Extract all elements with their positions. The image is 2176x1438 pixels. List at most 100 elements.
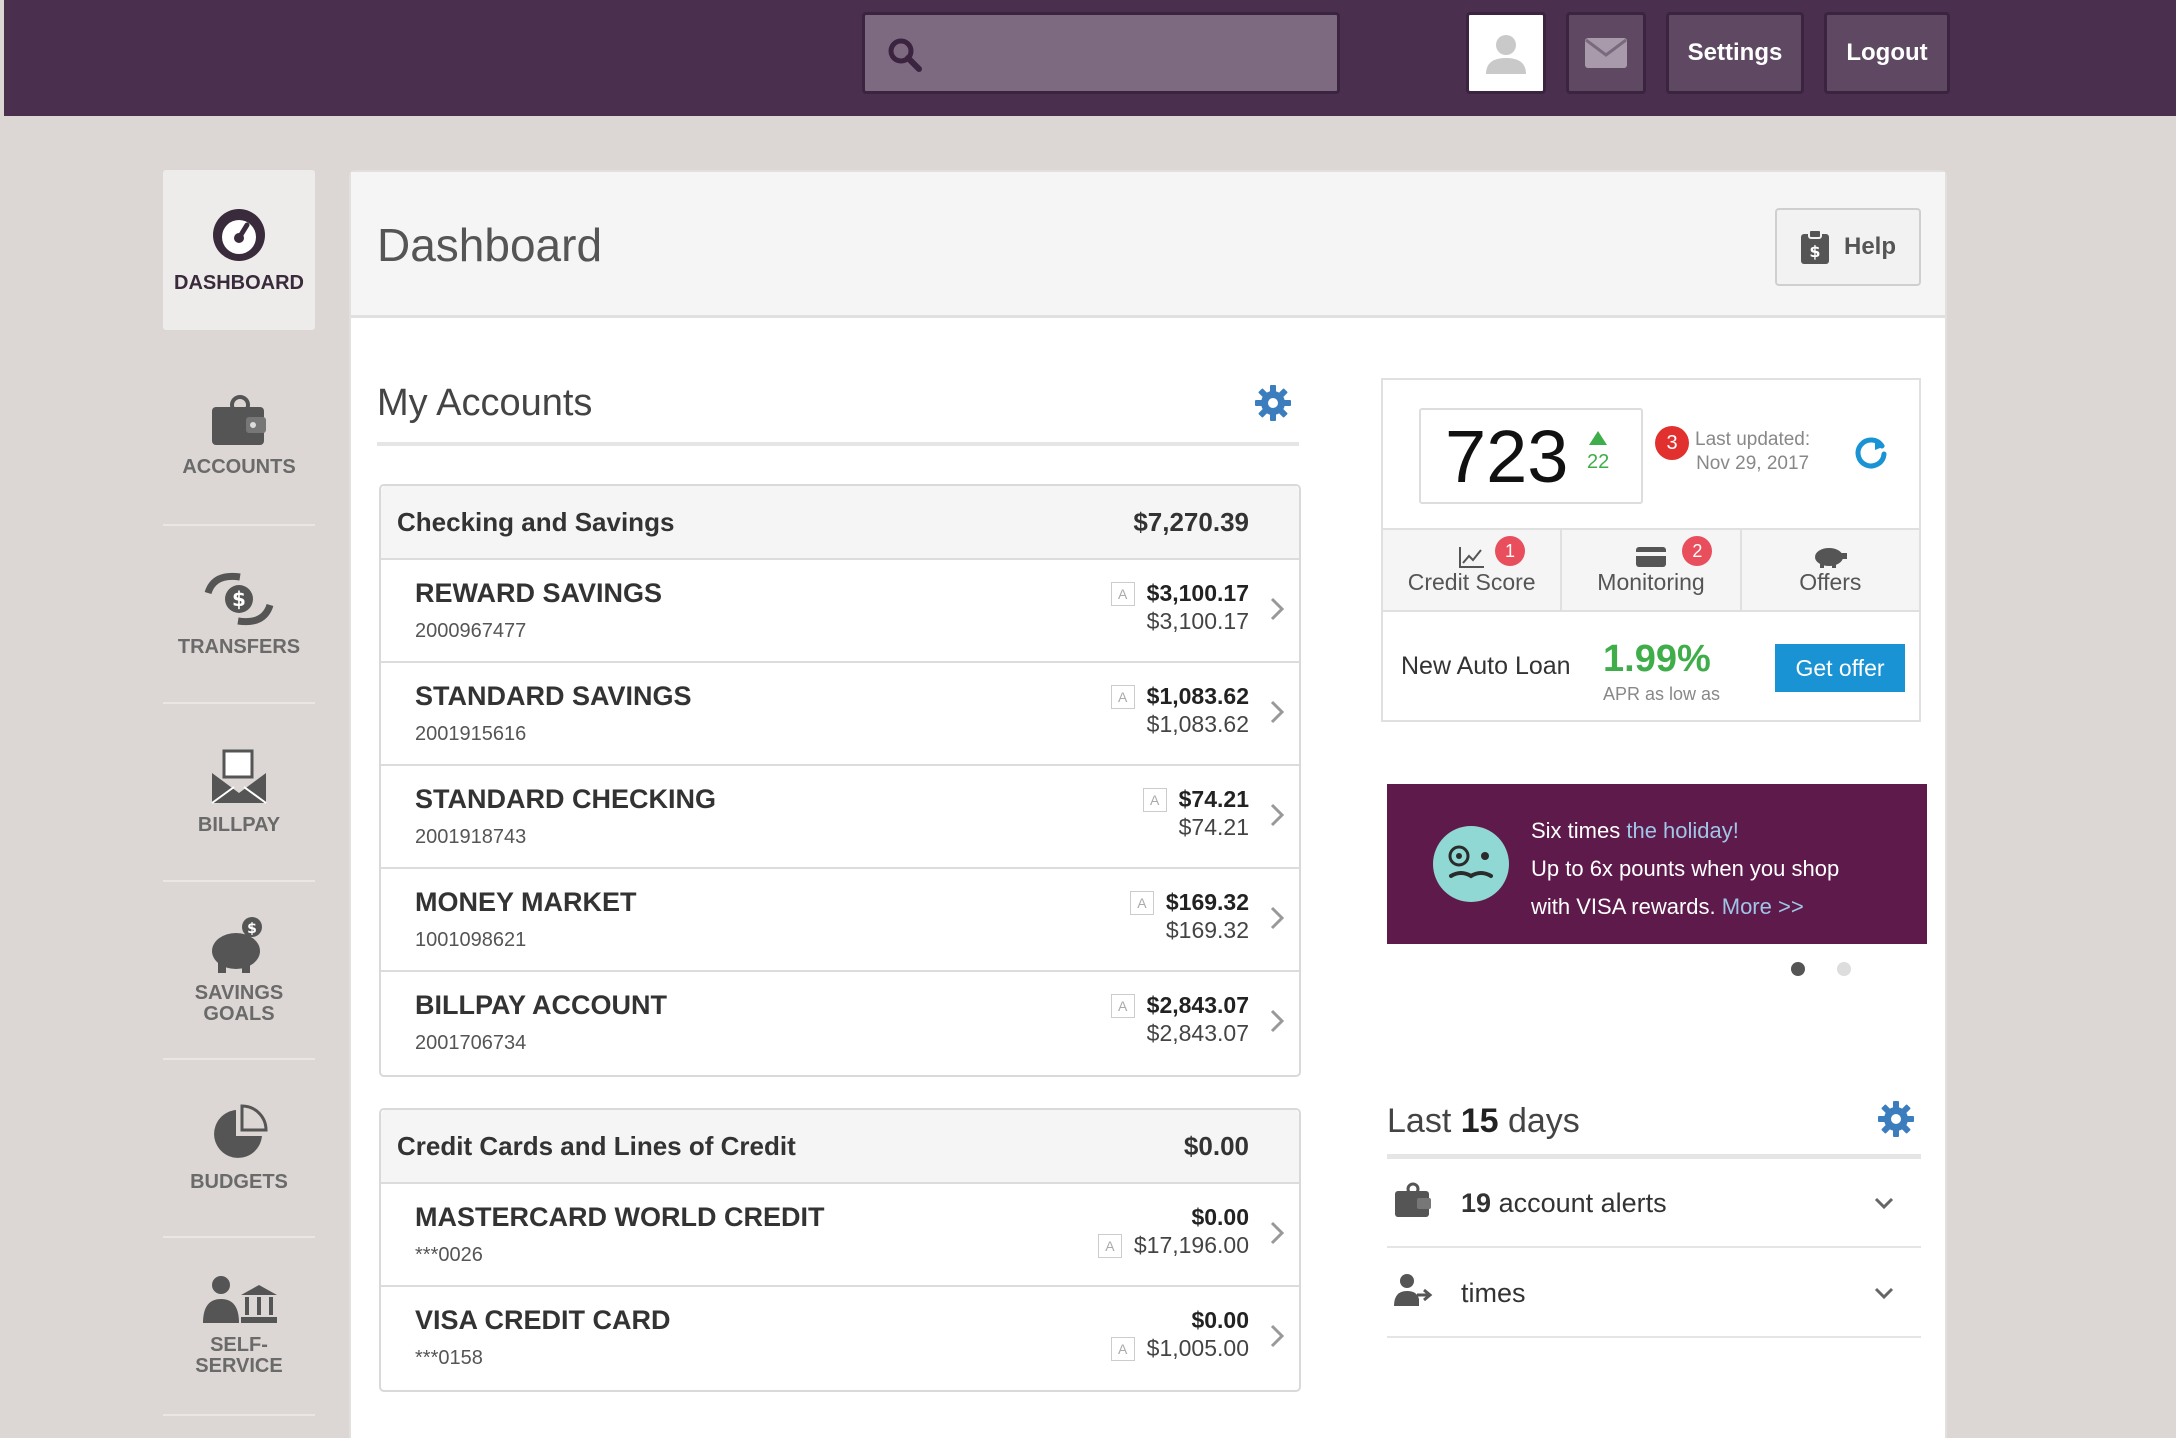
svg-text:$: $ xyxy=(1809,242,1820,261)
wallet-icon-container xyxy=(1387,1182,1461,1225)
account-number: 2000967477 xyxy=(415,620,527,642)
dashboard-gauge-icon xyxy=(213,208,265,261)
available-badge: A xyxy=(1110,684,1135,709)
account-alerts-row[interactable]: 19 account alerts xyxy=(1387,1160,1921,1248)
piggy-bank-icon xyxy=(1815,547,1848,568)
piggy-bank-icon: $ xyxy=(212,917,262,973)
svg-text:$: $ xyxy=(232,587,246,611)
promo-banner[interactable]: Six times the holiday! Up to 6x pounts w… xyxy=(1387,784,1927,944)
chevron-down-icon xyxy=(1874,1287,1894,1300)
carousel-dots xyxy=(1791,962,1851,976)
sidebar-item-transfers[interactable]: $ TRANSFERS xyxy=(163,526,315,704)
credit-card-icon xyxy=(1635,546,1666,567)
sidebar: DASHBOARD ACCOUNTS $ TRANSFERS BILLPAY $… xyxy=(163,170,315,1416)
profile-button[interactable] xyxy=(1466,12,1546,94)
current-balance: $74.21 xyxy=(1178,814,1249,840)
promo-line: Up to 6x pounts when you shop xyxy=(1531,856,1840,881)
help-label: Help xyxy=(1843,233,1896,260)
user-transfer-icon xyxy=(1394,1273,1433,1306)
sidebar-item-label: SAVINGS GOALS xyxy=(194,982,284,1025)
credit-score-value: 723 xyxy=(1445,415,1569,498)
pie-chart-icon xyxy=(214,1103,268,1158)
sidebar-item-budgets[interactable]: BUDGETS xyxy=(163,1060,315,1238)
sidebar-item-dashboard[interactable]: DASHBOARD xyxy=(163,170,315,330)
refresh-icon[interactable] xyxy=(1853,434,1889,470)
divider xyxy=(377,442,1299,446)
logout-button[interactable]: Logout xyxy=(1824,12,1950,94)
account-number: ***0158 xyxy=(415,1347,483,1369)
tab-offers[interactable]: Offers xyxy=(1742,530,1919,610)
account-row[interactable]: MASTERCARD WORLD CREDIT ***0026 $0.00 A $… xyxy=(381,1184,1299,1287)
promo-text: Six times the holiday! Up to 6x pounts w… xyxy=(1531,812,1839,926)
transfer-icon: $ xyxy=(204,572,274,625)
offer-rate-caption: APR as low as xyxy=(1603,684,1721,704)
group-total: $7,270.39 xyxy=(1133,506,1249,537)
account-row[interactable]: BILLPAY ACCOUNT 2001706734 A $2,843.07 $2… xyxy=(381,972,1299,1075)
credit-score-card[interactable]: 723 22 3 xyxy=(1419,408,1689,504)
chevron-right-icon xyxy=(1270,700,1285,724)
balance-primary: $169.32 xyxy=(1165,889,1249,915)
accounts-settings-gear-icon[interactable] xyxy=(1254,384,1292,422)
account-group-checking-savings: Checking and Savings $7,270.39 REWARD SA… xyxy=(379,484,1301,1077)
arrow-up-icon xyxy=(1589,431,1608,445)
alert-count: 19 xyxy=(1461,1187,1492,1218)
available-balance: A $74.21 xyxy=(1142,786,1249,813)
sidebar-item-billpay[interactable]: BILLPAY xyxy=(163,704,315,882)
chevron-right-icon xyxy=(1270,1324,1285,1348)
mail-button[interactable] xyxy=(1566,12,1646,94)
credit-score-widget: 723 22 3 Last updated: Nov 29, 2017 1 Cr… xyxy=(1381,378,1921,722)
sidebar-item-savings-goals[interactable]: $ SAVINGS GOALS xyxy=(163,882,315,1060)
available-credit: A $17,196.00 xyxy=(1097,1232,1249,1259)
available-credit: A $1,005.00 xyxy=(1110,1335,1249,1362)
help-button[interactable]: $ Help xyxy=(1775,208,1921,286)
available-badge: A xyxy=(1110,581,1135,606)
carousel-dot[interactable] xyxy=(1837,962,1851,976)
page-title: Dashboard xyxy=(377,219,603,271)
account-number: ***0026 xyxy=(415,1244,483,1266)
tab-label: Monitoring xyxy=(1597,568,1705,595)
last-days-settings-gear-icon[interactable] xyxy=(1877,1100,1915,1138)
sidebar-item-label: SELF- SERVICE xyxy=(195,1334,283,1377)
account-name: BILLPAY ACCOUNT xyxy=(415,990,668,1020)
last-updated: Last updated: Nov 29, 2017 xyxy=(1695,428,1810,476)
carousel-dot[interactable] xyxy=(1791,962,1805,976)
chevron-right-icon xyxy=(1270,1009,1285,1033)
tab-monitoring[interactable]: 2 Monitoring xyxy=(1562,530,1742,610)
promo-more-link[interactable]: More >> xyxy=(1722,894,1804,919)
account-name: MONEY MARKET xyxy=(415,887,637,917)
available-badge: A xyxy=(1110,993,1135,1018)
available-badge: A xyxy=(1097,1233,1122,1258)
search-input[interactable] xyxy=(862,12,1340,94)
get-offer-button[interactable]: Get offer xyxy=(1775,644,1905,692)
sidebar-item-accounts[interactable]: ACCOUNTS xyxy=(163,348,315,526)
title-part: days xyxy=(1498,1102,1580,1140)
alert-label: account alerts xyxy=(1498,1187,1667,1218)
account-row[interactable]: MONEY MARKET 1001098621 A $169.32 $169.32 xyxy=(381,869,1299,972)
mail-icon xyxy=(1585,38,1627,68)
notification-badge: 3 xyxy=(1655,426,1689,460)
available-badge: A xyxy=(1129,890,1154,915)
account-row[interactable]: REWARD SAVINGS 2000967477 A $3,100.17 $3,… xyxy=(381,560,1299,663)
user-transfer-icon-container xyxy=(1387,1273,1461,1314)
user-icon xyxy=(1486,35,1526,74)
chevron-down-icon xyxy=(1874,1197,1894,1210)
times-row[interactable]: times xyxy=(1387,1250,1921,1338)
group-header[interactable]: Checking and Savings $7,270.39 xyxy=(381,486,1299,560)
account-number: 2001706734 xyxy=(415,1032,527,1054)
group-name: Credit Cards and Lines of Credit xyxy=(397,1130,796,1161)
sidebar-item-self-service[interactable]: SELF- SERVICE xyxy=(163,1238,315,1416)
group-name: Checking and Savings xyxy=(397,506,675,537)
account-row[interactable]: STANDARD CHECKING 2001918743 A $74.21 $74… xyxy=(381,766,1299,869)
account-row[interactable]: VISA CREDIT CARD ***0158 $0.00 A $1,005.0… xyxy=(381,1287,1299,1390)
balance-primary: $74.21 xyxy=(1178,786,1249,812)
tab-credit-score[interactable]: 1 Credit Score xyxy=(1383,530,1563,610)
credit-tabs: 1 Credit Score 2 Monitoring Offers xyxy=(1383,528,1919,612)
available-balance: A $2,843.07 xyxy=(1110,992,1249,1019)
available-badge: A xyxy=(1142,787,1167,812)
account-row[interactable]: STANDARD SAVINGS 2001915616 A $1,083.62 $… xyxy=(381,663,1299,766)
current-balance: $2,843.07 xyxy=(1146,1020,1249,1046)
group-header[interactable]: Credit Cards and Lines of Credit $0.00 xyxy=(381,1110,1299,1184)
accounts-title: My Accounts xyxy=(377,382,593,424)
settings-button[interactable]: Settings xyxy=(1666,12,1804,94)
last-days-title: Last 15 days xyxy=(1387,1102,1580,1141)
